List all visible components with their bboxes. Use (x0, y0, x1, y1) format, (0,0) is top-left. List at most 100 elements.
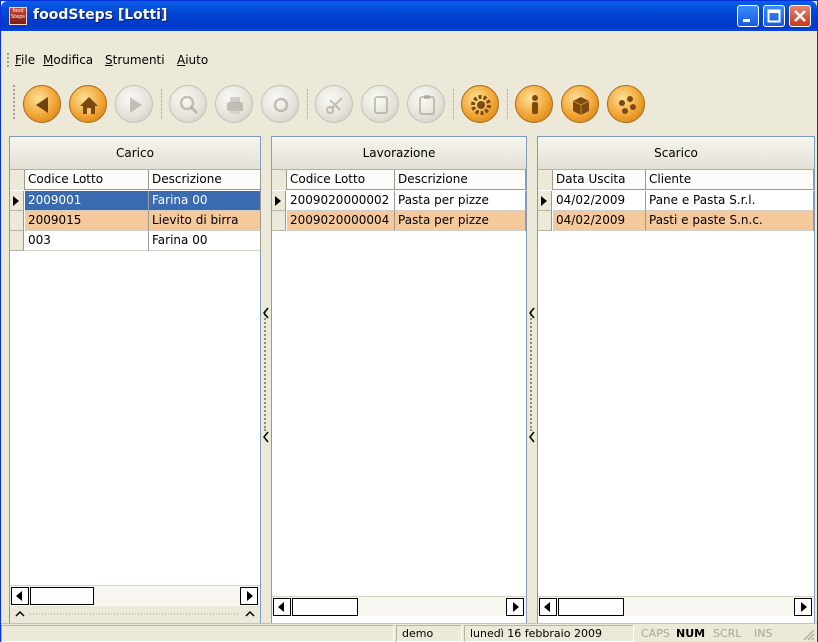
toolbar-separator (307, 89, 308, 119)
toolbar-separator (507, 89, 508, 119)
scroll-thumb[interactable] (30, 587, 94, 605)
table-row[interactable]: 04/02/2009 Pane e Pasta S.r.l. (538, 191, 814, 211)
scroll-left-icon (544, 602, 550, 612)
carico-panel: Carico Codice Lotto Descrizione 2009001 … (9, 136, 261, 626)
table-row[interactable]: 003 Farina 00 (10, 231, 261, 251)
maximize-button[interactable] (763, 5, 785, 27)
column-header-descrizione[interactable]: Descrizione (395, 170, 526, 190)
cell-codice-lotto[interactable]: 2009020000004 (287, 211, 395, 231)
arrow-left-icon (36, 97, 48, 113)
row-header[interactable] (272, 211, 286, 231)
palette-button[interactable] (607, 85, 645, 123)
menu-grip (7, 53, 9, 67)
refresh-button[interactable] (261, 85, 299, 123)
menu-strumenti[interactable]: Strumenti (105, 53, 165, 67)
paste-icon (419, 95, 435, 115)
table-row[interactable]: 04/02/2009 Pasti e paste S.n.c. (538, 211, 814, 231)
row-header[interactable] (538, 191, 552, 211)
cell-data-uscita[interactable]: 04/02/2009 (553, 191, 646, 211)
column-header-descrizione[interactable]: Descrizione (149, 170, 261, 190)
horizontal-scrollbar[interactable] (538, 596, 814, 616)
cell-cliente[interactable]: Pasti e paste S.n.c. (646, 211, 814, 231)
column-header-codice-lotto[interactable]: Codice Lotto (25, 170, 149, 190)
cell-data-uscita[interactable]: 04/02/2009 (553, 211, 646, 231)
menu-modifica[interactable]: Modifica (43, 53, 93, 67)
gear-icon (471, 95, 491, 115)
search-icon (179, 95, 199, 115)
cell-descrizione[interactable]: Lievito di birra (149, 211, 261, 231)
splitter-collapse-button[interactable] (262, 304, 270, 322)
cell-descrizione[interactable]: Farina 00 (149, 191, 261, 211)
scroll-left-button[interactable] (539, 598, 557, 616)
splitter-collapse-button[interactable] (528, 304, 536, 322)
close-button[interactable] (789, 5, 811, 27)
table-row[interactable]: 2009015 Lievito di birra (10, 211, 261, 231)
table-row[interactable]: 2009020000002 Pasta per pizze (272, 191, 526, 211)
column-header-cliente[interactable]: Cliente (646, 170, 814, 190)
cell-descrizione[interactable]: Pasta per pizze (395, 211, 526, 231)
box-button[interactable] (561, 85, 599, 123)
status-caps: CAPS (641, 627, 670, 640)
palette-icon (619, 96, 636, 114)
cell-codice-lotto[interactable]: 2009001 (25, 191, 149, 211)
status-date: lunedì 16 febbraio 2009 (464, 625, 634, 642)
cell-cliente[interactable]: Pane e Pasta S.r.l. (646, 191, 814, 211)
cut-button[interactable] (315, 85, 353, 123)
row-header[interactable] (10, 191, 24, 211)
row-header[interactable] (272, 191, 286, 211)
scroll-left-button[interactable] (11, 587, 29, 605)
row-header[interactable] (10, 211, 24, 231)
panel-splitter[interactable] (261, 136, 271, 626)
scroll-right-button[interactable] (506, 598, 524, 616)
scroll-right-icon (801, 602, 807, 612)
minimize-button[interactable] (737, 5, 759, 27)
status-num: NUM (676, 627, 706, 640)
splitter-collapse-button[interactable] (262, 428, 270, 446)
toolbar (1, 73, 817, 131)
close-icon (794, 10, 806, 22)
horizontal-scrollbar[interactable] (10, 585, 260, 605)
column-header-data-uscita[interactable]: Data Uscita (553, 170, 646, 190)
chevron-left-icon (529, 431, 535, 443)
cell-codice-lotto[interactable]: 2009020000002 (287, 191, 395, 211)
home-button[interactable] (69, 85, 107, 123)
panel-title: Lavorazione (272, 137, 526, 170)
panel-splitter[interactable] (527, 136, 537, 626)
cell-codice-lotto[interactable]: 2009015 (25, 211, 149, 231)
info-button[interactable] (515, 85, 553, 123)
row-header[interactable] (538, 211, 552, 231)
row-header-corner (538, 170, 553, 190)
settings-button[interactable] (461, 85, 499, 123)
scissors-icon (326, 97, 343, 114)
status-scrl: SCRL (713, 627, 742, 640)
menu-aiuto[interactable]: Aiuto (177, 53, 208, 67)
cell-codice-lotto[interactable]: 003 (25, 231, 149, 251)
menu-file[interactable]: File (15, 53, 35, 67)
splitter-collapse-button[interactable] (528, 428, 536, 446)
current-row-icon (541, 196, 547, 206)
title-bar[interactable]: food Steps foodSteps [Lotti] (1, 1, 817, 31)
forward-button[interactable] (115, 85, 153, 123)
table-row[interactable]: 2009001 Farina 00 (10, 191, 261, 211)
cell-descrizione[interactable]: Farina 00 (149, 231, 261, 251)
paste-button[interactable] (407, 85, 445, 123)
scroll-right-button[interactable] (240, 587, 258, 605)
search-button[interactable] (169, 85, 207, 123)
cell-descrizione[interactable]: Pasta per pizze (395, 191, 526, 211)
row-header[interactable] (10, 231, 24, 251)
scroll-left-button[interactable] (273, 598, 291, 616)
scroll-thumb[interactable] (558, 598, 624, 616)
scroll-thumb[interactable] (292, 598, 358, 616)
window-title: foodSteps [Lotti] (33, 7, 168, 23)
scroll-right-button[interactable] (794, 598, 812, 616)
splitter-grip (264, 311, 266, 431)
table-row[interactable]: 2009020000004 Pasta per pizze (272, 211, 526, 231)
copy-button[interactable] (361, 85, 399, 123)
print-button[interactable] (215, 85, 253, 123)
status-ins: INS (754, 627, 773, 640)
horizontal-scrollbar[interactable] (272, 596, 526, 616)
maximize-icon (767, 9, 781, 23)
column-header-codice-lotto[interactable]: Codice Lotto (287, 170, 395, 190)
back-button[interactable] (23, 85, 61, 123)
resize-grip-icon[interactable] (801, 627, 815, 641)
